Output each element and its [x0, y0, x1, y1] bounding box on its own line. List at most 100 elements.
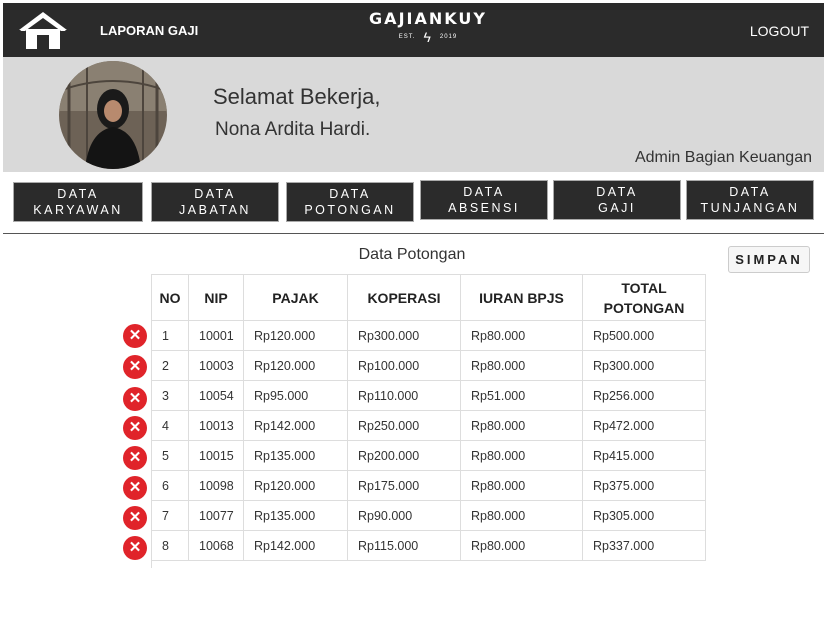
cell-iuran-bpjs: Rp80.000 — [460, 410, 583, 441]
table-row: 1 10001 Rp120.000 Rp300.000 Rp80.000 Rp5… — [151, 320, 706, 351]
cell-pajak: Rp142.000 — [243, 410, 348, 441]
user-name: Nona Ardita Hardi. — [215, 119, 371, 140]
potongan-table: NO NIP PAJAK KOPERASI IURAN BPJS TOTAL P… — [151, 274, 706, 561]
lightning-icon: ϟ — [423, 29, 432, 45]
delete-icon[interactable]: ✕ — [123, 324, 147, 348]
header-iuran-bpjs: IURAN BPJS — [460, 274, 583, 321]
profile-banner: Selamat Bekerja, Nona Ardita Hardi. Admi… — [3, 57, 824, 172]
menu-data-tunjangan[interactable]: DATA TUNJANGAN — [686, 180, 814, 220]
cell-koperasi: Rp110.000 — [347, 380, 461, 411]
cell-no: 5 — [151, 440, 189, 471]
delete-icon[interactable]: ✕ — [123, 355, 147, 379]
menu-data-jabatan[interactable]: DATA JABATAN — [151, 182, 279, 222]
menu-label-line1: DATA — [194, 187, 236, 201]
cell-nip: 10068 — [188, 530, 244, 561]
menu-label-line2: GAJI — [598, 201, 636, 215]
cell-pajak: Rp120.000 — [243, 320, 348, 351]
user-role: Admin Bagian Keuangan — [634, 149, 812, 166]
cell-total: Rp375.000 — [582, 470, 706, 501]
cell-pajak: Rp135.000 — [243, 440, 348, 471]
delete-icon[interactable]: ✕ — [123, 476, 147, 500]
delete-icon[interactable]: ✕ — [123, 536, 147, 560]
cell-iuran-bpjs: Rp80.000 — [460, 440, 583, 471]
header-nip: NIP — [188, 274, 244, 321]
menu-label-line2: ABSENSI — [448, 201, 520, 215]
cell-iuran-bpjs: Rp80.000 — [460, 320, 583, 351]
menu-label-line1: DATA — [596, 185, 638, 199]
cell-nip: 10054 — [188, 380, 244, 411]
table-edge-line — [151, 560, 152, 568]
table-row: 4 10013 Rp142.000 Rp250.000 Rp80.000 Rp4… — [151, 410, 706, 441]
cell-koperasi: Rp250.000 — [347, 410, 461, 441]
cell-no: 6 — [151, 470, 189, 501]
section-divider — [3, 233, 824, 234]
delete-icon[interactable]: ✕ — [123, 506, 147, 530]
cell-total: Rp472.000 — [582, 410, 706, 441]
menu-data-karyawan[interactable]: DATA KARYAWAN — [13, 182, 143, 222]
logout-link[interactable]: LOGOUT — [750, 23, 809, 39]
menu-label-line1: DATA — [329, 187, 371, 201]
cell-koperasi: Rp115.000 — [347, 530, 461, 561]
menu-label-line2: JABATAN — [179, 203, 251, 217]
cell-total: Rp300.000 — [582, 350, 706, 381]
header-no: NO — [151, 274, 189, 321]
home-icon[interactable] — [17, 10, 69, 50]
cell-no: 8 — [151, 530, 189, 561]
avatar-photo — [59, 61, 167, 169]
menu-label-line2: POTONGAN — [304, 203, 396, 217]
brand-est: EST. — [398, 34, 416, 40]
cell-no: 2 — [151, 350, 189, 381]
cell-total: Rp500.000 — [582, 320, 706, 351]
save-button[interactable]: SIMPAN — [728, 246, 810, 273]
cell-no: 3 — [151, 380, 189, 411]
cell-iuran-bpjs: Rp80.000 — [460, 500, 583, 531]
table-row: 2 10003 Rp120.000 Rp100.000 Rp80.000 Rp3… — [151, 350, 706, 381]
section-title: Data Potongan — [358, 246, 466, 263]
cell-koperasi: Rp175.000 — [347, 470, 461, 501]
menu-data-gaji[interactable]: DATA GAJI — [553, 180, 681, 220]
table-header-row: NO NIP PAJAK KOPERASI IURAN BPJS TOTAL P… — [151, 274, 706, 321]
menu-label-line1: DATA — [463, 185, 505, 199]
cell-pajak: Rp120.000 — [243, 350, 348, 381]
cell-nip: 10001 — [188, 320, 244, 351]
table-row: 6 10098 Rp120.000 Rp175.000 Rp80.000 Rp3… — [151, 470, 706, 501]
delete-icon[interactable]: ✕ — [123, 416, 147, 440]
cell-no: 1 — [151, 320, 189, 351]
header-total-potongan: TOTAL POTONGAN — [582, 274, 706, 321]
brand-logo: GAJIANKUY EST. ϟ 2019 — [343, 9, 513, 45]
cell-iuran-bpjs: Rp80.000 — [460, 530, 583, 561]
brand-year: 2019 — [439, 34, 458, 40]
menu-label-line1: DATA — [729, 185, 771, 199]
cell-nip: 10098 — [188, 470, 244, 501]
header-koperasi: KOPERASI — [347, 274, 461, 321]
nav-laporan-gaji[interactable]: LAPORAN GAJI — [100, 23, 198, 38]
cell-total: Rp337.000 — [582, 530, 706, 561]
cell-pajak: Rp135.000 — [243, 500, 348, 531]
cell-total: Rp256.000 — [582, 380, 706, 411]
delete-icon[interactable]: ✕ — [123, 387, 147, 411]
cell-no: 4 — [151, 410, 189, 441]
table-row: 3 10054 Rp95.000 Rp110.000 Rp51.000 Rp25… — [151, 380, 706, 411]
cell-nip: 10003 — [188, 350, 244, 381]
cell-koperasi: Rp90.000 — [347, 500, 461, 531]
menu-data-potongan[interactable]: DATA POTONGAN — [286, 182, 414, 222]
menu-data-absensi[interactable]: DATA ABSENSI — [420, 180, 548, 220]
cell-iuran-bpjs: Rp80.000 — [460, 470, 583, 501]
header-pajak: PAJAK — [243, 274, 348, 321]
cell-nip: 10077 — [188, 500, 244, 531]
menu-label-line2: KARYAWAN — [33, 203, 123, 217]
cell-nip: 10013 — [188, 410, 244, 441]
cell-pajak: Rp120.000 — [243, 470, 348, 501]
cell-pajak: Rp142.000 — [243, 530, 348, 561]
delete-icon[interactable]: ✕ — [123, 446, 147, 470]
cell-koperasi: Rp100.000 — [347, 350, 461, 381]
greeting-text: Selamat Bekerja, — [213, 84, 381, 109]
cell-nip: 10015 — [188, 440, 244, 471]
table-row: 5 10015 Rp135.000 Rp200.000 Rp80.000 Rp4… — [151, 440, 706, 471]
top-navbar: LAPORAN GAJI GAJIANKUY EST. ϟ 2019 LOGOU… — [3, 3, 824, 57]
cell-iuran-bpjs: Rp80.000 — [460, 350, 583, 381]
menu-label-line1: DATA — [57, 187, 99, 201]
cell-koperasi: Rp200.000 — [347, 440, 461, 471]
brand-title: GAJIANKUY — [369, 9, 487, 28]
cell-iuran-bpjs: Rp51.000 — [460, 380, 583, 411]
